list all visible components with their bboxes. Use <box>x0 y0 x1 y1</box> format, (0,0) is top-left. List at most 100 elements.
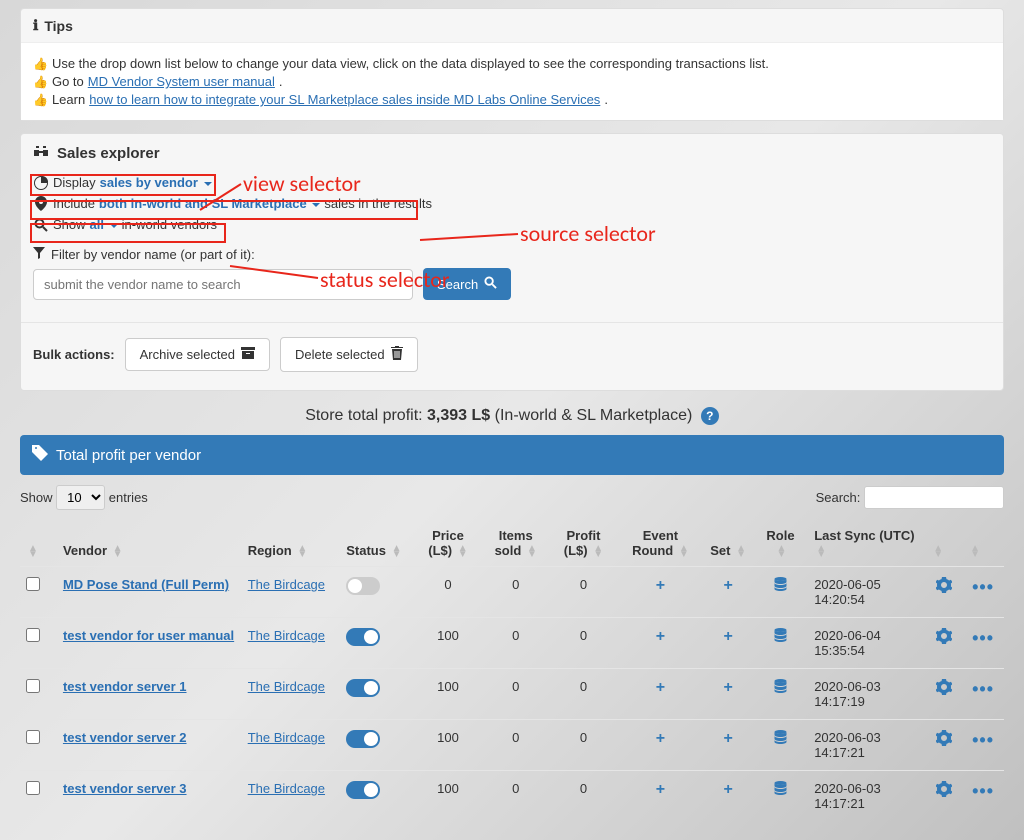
database-icon[interactable] <box>774 680 787 696</box>
status-toggle[interactable] <box>346 628 380 646</box>
database-icon[interactable] <box>774 629 787 645</box>
header-label: Status <box>346 543 386 558</box>
add-set-button[interactable]: + <box>723 628 732 645</box>
col-checkbox[interactable]: ▲▼ <box>20 520 57 567</box>
show-label-pre: Show <box>20 490 53 505</box>
database-icon[interactable] <box>774 578 787 594</box>
table-search-input[interactable] <box>864 486 1004 509</box>
more-actions-button[interactable]: ••• <box>972 628 994 648</box>
col-set[interactable]: Set ▲▼ <box>704 520 753 567</box>
sort-icon: ▲▼ <box>679 546 689 558</box>
more-actions-button[interactable]: ••• <box>972 730 994 750</box>
add-event-button[interactable]: + <box>656 730 665 747</box>
status-toggle[interactable] <box>346 679 380 697</box>
status-toggle[interactable] <box>346 577 380 595</box>
database-icon[interactable] <box>774 782 787 798</box>
entries-select[interactable]: 10 <box>56 485 105 510</box>
profit-cell: 0 <box>550 771 618 822</box>
more-actions-button[interactable]: ••• <box>972 679 994 699</box>
region-link[interactable]: The Birdcage <box>248 628 325 643</box>
vendor-link[interactable]: test vendor server 1 <box>63 679 187 694</box>
col-profit[interactable]: Profit (L$) ▲▼ <box>550 520 618 567</box>
col-sync[interactable]: Last Sync (UTC) ▲▼ <box>808 520 925 567</box>
add-event-button[interactable]: + <box>656 679 665 696</box>
status-toggle[interactable] <box>346 781 380 799</box>
view-selector-row: Display sales by vendor <box>21 172 1003 193</box>
tip-text: . <box>604 92 608 107</box>
sort-icon: ▲▼ <box>593 546 603 558</box>
table-row: test vendor server 2 The Birdcage 100 0 … <box>20 720 1004 771</box>
region-link[interactable]: The Birdcage <box>248 679 325 694</box>
sort-icon: ▲▼ <box>777 546 787 558</box>
thumbs-up-icon: 👍 <box>33 75 48 89</box>
col-event[interactable]: Event Round ▲▼ <box>617 520 703 567</box>
col-vendor[interactable]: Vendor ▲▼ <box>57 520 242 567</box>
vendor-link[interactable]: test vendor for user manual <box>63 628 234 643</box>
col-price[interactable]: Price (L$) ▲▼ <box>414 520 482 567</box>
row-checkbox[interactable] <box>26 577 40 591</box>
add-set-button[interactable]: + <box>723 577 732 594</box>
vendor-link[interactable]: MD Pose Stand (Full Perm) <box>63 577 229 592</box>
delete-selected-button[interactable]: Delete selected <box>280 337 418 372</box>
row-checkbox[interactable] <box>26 781 40 795</box>
settings-button[interactable] <box>936 784 952 801</box>
source-selector-dropdown[interactable]: both in-world and SL Marketplace <box>99 196 320 211</box>
settings-button[interactable] <box>936 631 952 648</box>
table-header-row: ▲▼ Vendor ▲▼ Region ▲▼ Status ▲▼ Price (… <box>20 520 1004 567</box>
price-cell: 100 <box>414 771 482 822</box>
col-action1[interactable]: ▲▼ <box>925 520 962 567</box>
search-label: Search: <box>816 490 861 505</box>
tip-text: Go to <box>52 74 84 89</box>
add-set-button[interactable]: + <box>723 679 732 696</box>
database-icon[interactable] <box>774 731 787 747</box>
more-actions-button[interactable]: ••• <box>972 781 994 801</box>
col-items[interactable]: Items sold ▲▼ <box>482 520 550 567</box>
add-set-button[interactable]: + <box>723 730 732 747</box>
vendor-link[interactable]: test vendor server 2 <box>63 730 187 745</box>
tip-line-2: 👍 Go to MD Vendor System user manual . <box>33 74 991 89</box>
col-region[interactable]: Region ▲▼ <box>242 520 341 567</box>
more-actions-button[interactable]: ••• <box>972 577 994 597</box>
row-checkbox[interactable] <box>26 628 40 642</box>
header-label: Event Round <box>632 528 678 558</box>
search-button[interactable]: Search <box>423 268 511 300</box>
manual-link[interactable]: MD Vendor System user manual <box>88 74 275 89</box>
items-cell: 0 <box>482 771 550 822</box>
status-toggle[interactable] <box>346 730 380 748</box>
integrate-link[interactable]: how to learn how to integrate your SL Ma… <box>89 92 600 107</box>
add-event-button[interactable]: + <box>656 577 665 594</box>
view-selector-dropdown[interactable]: sales by vendor <box>100 175 212 190</box>
archive-selected-button[interactable]: Archive selected <box>125 338 270 371</box>
sort-icon: ▲▼ <box>113 546 123 558</box>
settings-button[interactable] <box>936 580 952 597</box>
vendor-link[interactable]: test vendor server 3 <box>63 781 187 796</box>
col-role[interactable]: Role ▲▼ <box>753 520 808 567</box>
row-checkbox[interactable] <box>26 730 40 744</box>
add-event-button[interactable]: + <box>656 628 665 645</box>
table-row: test vendor server 1 The Birdcage 100 0 … <box>20 669 1004 720</box>
status-selector-dropdown[interactable]: all <box>90 217 118 232</box>
display-label: Display <box>53 175 96 190</box>
chevron-down-icon <box>312 203 320 207</box>
col-status[interactable]: Status ▲▼ <box>340 520 414 567</box>
items-cell: 0 <box>482 618 550 669</box>
sync-cell: 2020-06-03 14:17:21 <box>808 720 925 771</box>
add-event-button[interactable]: + <box>656 781 665 798</box>
sort-icon: ▲▼ <box>816 546 826 558</box>
region-link[interactable]: The Birdcage <box>248 577 325 592</box>
tips-panel: ℹ Tips 👍 Use the drop down list below to… <box>20 8 1004 121</box>
row-checkbox[interactable] <box>26 679 40 693</box>
explorer-title: Sales explorer <box>57 145 160 162</box>
region-link[interactable]: The Birdcage <box>248 730 325 745</box>
vendor-search-input[interactable] <box>33 269 413 300</box>
region-link[interactable]: The Birdcage <box>248 781 325 796</box>
col-action2[interactable]: ▲▼ <box>962 520 1004 567</box>
profit-cell: 0 <box>550 720 618 771</box>
help-icon[interactable]: ? <box>701 407 719 425</box>
header-label: Last Sync (UTC) <box>814 528 914 543</box>
add-set-button[interactable]: + <box>723 781 732 798</box>
settings-button[interactable] <box>936 733 952 750</box>
sort-icon: ▲▼ <box>297 546 307 558</box>
settings-button[interactable] <box>936 682 952 699</box>
price-cell: 0 <box>414 567 482 618</box>
